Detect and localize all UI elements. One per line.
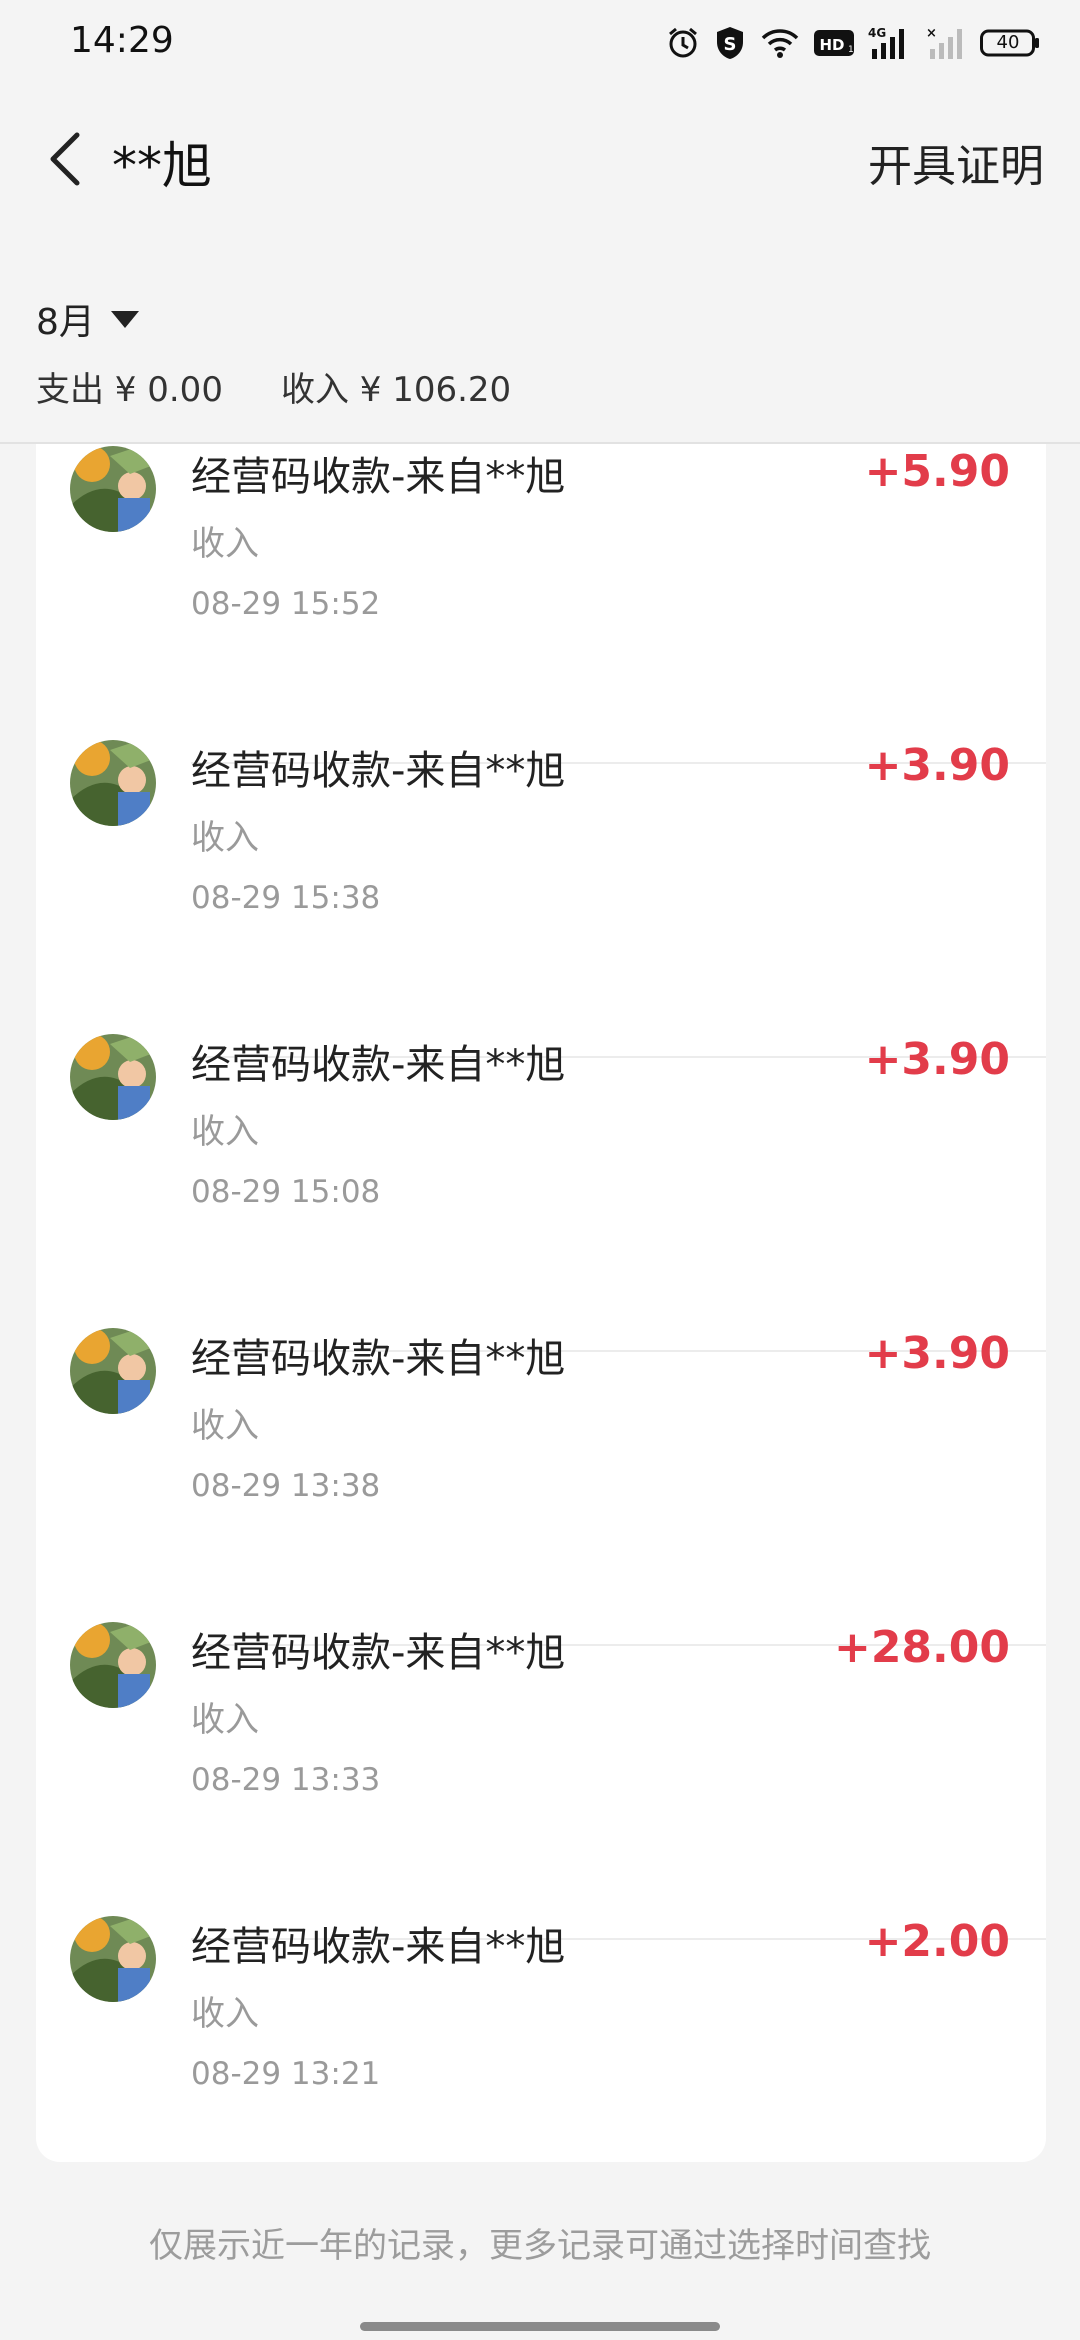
transaction-amount: +3.90	[864, 740, 1010, 791]
transaction-time: 08-29 15:38	[191, 880, 381, 916]
transaction-amount: +28.00	[833, 1622, 1010, 1673]
transaction-row[interactable]: 经营码收款-来自**旭 收入 08-29 13:33 +28.00	[36, 1622, 1046, 1940]
income-total: 收入 ¥ 106.20	[280, 370, 512, 410]
status-bar: 14:29 S HD 1 4G × 40	[0, 0, 1080, 84]
transaction-row[interactable]: 经营码收款-来自**旭 收入 08-29 13:21 +2.00	[36, 1916, 1046, 2162]
transaction-amount: +2.00	[864, 1916, 1010, 1967]
status-icons: S HD 1 4G × 40	[666, 22, 1040, 64]
transaction-time: 08-29 13:38	[191, 1468, 381, 1504]
transaction-time: 08-29 13:21	[191, 2056, 381, 2092]
transaction-list: 经营码收款-来自**旭 收入 08-29 15:52 +5.90 经营码收款-来…	[36, 444, 1046, 2162]
hd-icon: HD 1	[814, 28, 854, 58]
svg-text:S: S	[724, 34, 737, 55]
transaction-amount: +3.90	[864, 1034, 1010, 1085]
avatar	[70, 1034, 156, 1120]
transaction-title: 经营码收款-来自**旭	[191, 1630, 566, 1676]
transaction-type: 收入	[191, 818, 259, 858]
transaction-time: 08-29 15:52	[191, 586, 381, 622]
avatar	[70, 1622, 156, 1708]
transaction-row[interactable]: 经营码收款-来自**旭 收入 08-29 15:38 +3.90	[36, 740, 1046, 1058]
battery-level: 40	[996, 32, 1020, 53]
signal-4g-icon: 4G	[868, 25, 912, 61]
transaction-amount: +3.90	[864, 1328, 1010, 1379]
transaction-row[interactable]: 经营码收款-来自**旭 收入 08-29 13:38 +3.90	[36, 1328, 1046, 1646]
signal-empty-icon: ×	[926, 25, 966, 61]
battery-icon: 40	[980, 28, 1040, 58]
svg-text:1: 1	[848, 45, 854, 55]
avatar	[70, 1328, 156, 1414]
month-label: 8月	[36, 302, 95, 343]
transaction-type: 收入	[191, 524, 259, 564]
wifi-icon	[760, 27, 800, 59]
transaction-title: 经营码收款-来自**旭	[191, 1336, 566, 1382]
transaction-type: 收入	[191, 1994, 259, 2034]
alarm-icon	[666, 26, 700, 60]
footer-note: 仅展示近一年的记录，更多记录可通过选择时间查找	[149, 2226, 931, 2266]
svg-text:×: ×	[926, 26, 937, 41]
transaction-type: 收入	[191, 1406, 259, 1446]
avatar	[70, 446, 156, 532]
transaction-type: 收入	[191, 1700, 259, 1740]
transaction-row[interactable]: 经营码收款-来自**旭 收入 08-29 15:52 +5.90	[36, 446, 1046, 764]
issue-certificate-button[interactable]: 开具证明	[868, 130, 1044, 194]
back-arrow-icon	[50, 132, 80, 186]
transaction-title: 经营码收款-来自**旭	[191, 748, 566, 794]
transaction-time: 08-29 15:08	[191, 1174, 381, 1210]
transaction-title: 经营码收款-来自**旭	[191, 1042, 566, 1088]
svg-text:4G: 4G	[868, 26, 886, 40]
back-button[interactable]	[30, 124, 100, 194]
transaction-title: 经营码收款-来自**旭	[191, 454, 566, 500]
nav-bar: **旭 开具证明	[0, 110, 1080, 210]
month-selector[interactable]: 8月	[36, 293, 141, 345]
page-title: **旭	[112, 137, 212, 195]
dropdown-triangle-icon	[110, 311, 139, 328]
svg-text:HD: HD	[819, 36, 844, 54]
home-indicator[interactable]	[360, 2322, 720, 2331]
shield-s-icon: S	[714, 25, 746, 61]
transaction-title: 经营码收款-来自**旭	[191, 1924, 566, 1970]
transaction-time: 08-29 13:33	[191, 1762, 381, 1798]
status-time: 14:29	[70, 20, 174, 61]
expense-total: 支出 ¥ 0.00	[36, 370, 223, 410]
avatar	[70, 1916, 156, 2002]
transaction-row[interactable]: 经营码收款-来自**旭 收入 08-29 15:08 +3.90	[36, 1034, 1046, 1352]
transaction-amount: +5.90	[864, 446, 1010, 497]
transaction-type: 收入	[191, 1112, 259, 1152]
month-summary: 支出 ¥ 0.00 收入 ¥ 106.20	[36, 362, 511, 411]
avatar	[70, 740, 156, 826]
